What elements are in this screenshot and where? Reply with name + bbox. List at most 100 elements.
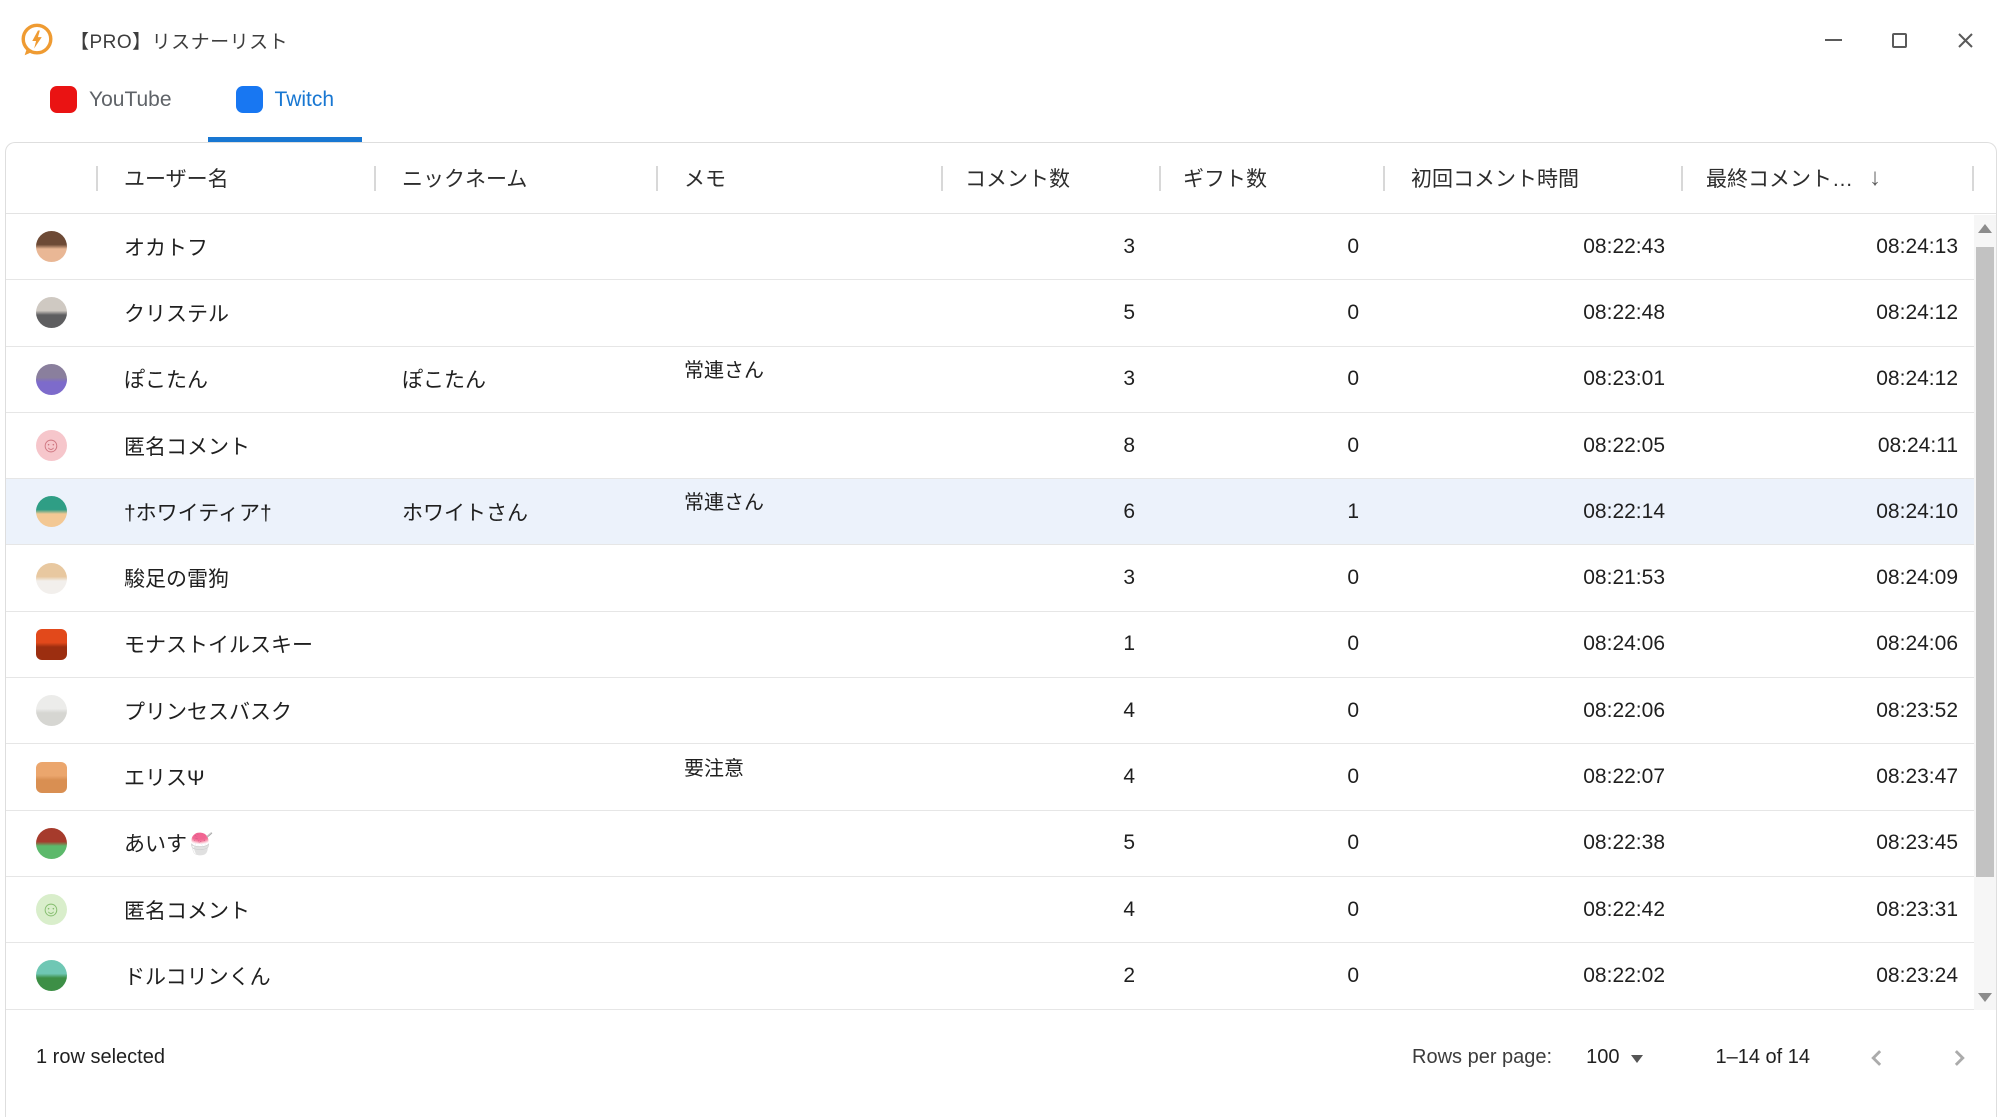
header-username[interactable]: ユーザー名 — [96, 143, 374, 213]
comment-count-cell: 5 — [941, 280, 1159, 345]
nickname-cell: ぽこたん — [374, 347, 656, 412]
header-first-comment-time-label: 初回コメント時間 — [1411, 163, 1579, 193]
sort-desc-icon[interactable]: ↓ — [1869, 164, 1881, 192]
nickname-cell — [374, 744, 656, 809]
scroll-up-button[interactable] — [1974, 215, 1996, 241]
close-icon — [1957, 32, 1974, 49]
first-comment-time-cell: 08:22:14 — [1383, 479, 1681, 544]
dropdown-arrow-icon — [1631, 1055, 1643, 1063]
close-button[interactable] — [1942, 17, 1988, 63]
comment-count-value: 3 — [1123, 367, 1135, 391]
comment-count-value: 2 — [1123, 964, 1135, 988]
username-cell: ドルコリンくん — [96, 943, 374, 1008]
nickname-cell — [374, 943, 656, 1008]
comment-count-value: 5 — [1123, 301, 1135, 325]
green-smiley-avatar: ☺ — [36, 894, 67, 925]
comment-count-value: 3 — [1123, 566, 1135, 590]
tab-youtube[interactable]: YouTube — [22, 62, 200, 142]
gift-count-value: 0 — [1347, 964, 1359, 988]
header-nickname-label: ニックネーム — [402, 163, 527, 193]
header-comment-count-label: コメント数 — [965, 163, 1070, 193]
table-row[interactable]: †ホワイティア† ホワイトさん 常連さん 6 1 08:22:14 08:24:… — [6, 479, 1974, 545]
last-comment-time-cell: 08:24:12 — [1681, 280, 1974, 345]
table-row[interactable]: ドルコリンくん 2 0 08:22:02 08:23:24 — [6, 943, 1974, 1009]
comment-count-value: 4 — [1123, 898, 1135, 922]
maximize-icon — [1892, 33, 1907, 48]
memo-cell — [656, 678, 941, 743]
rows-per-page-label: Rows per page: — [1412, 1046, 1552, 1069]
table-row[interactable]: あいす🍧 5 0 08:22:38 08:23:45 — [6, 811, 1974, 877]
table-row[interactable]: クリステル 5 0 08:22:48 08:24:12 — [6, 280, 1974, 346]
rows-per-page-select[interactable]: 100 — [1586, 1046, 1643, 1069]
window-title: 【PRO】リスナーリスト — [70, 27, 288, 54]
header-nickname[interactable]: ニックネーム — [374, 143, 656, 213]
scroll-up-icon — [1978, 224, 1992, 233]
table-row[interactable]: プリンセスバスク 4 0 08:22:06 08:23:52 — [6, 678, 1974, 744]
table-row[interactable]: ぽこたん ぽこたん 常連さん 3 0 08:23:01 08:24:12 — [6, 347, 1974, 413]
table-body: オカトフ 3 0 08:22:43 08:24:13 クリステル 5 0 08:… — [6, 214, 1974, 1010]
header-memo[interactable]: メモ — [656, 143, 941, 213]
gift-count-value: 0 — [1347, 434, 1359, 458]
first-comment-time-value: 08:24:06 — [1583, 632, 1665, 656]
previous-page-button[interactable] — [1862, 1043, 1892, 1073]
username-text: エリスΨ — [124, 762, 205, 792]
minimize-button[interactable] — [1810, 17, 1856, 63]
last-comment-time-value: 08:24:12 — [1876, 301, 1958, 325]
header-comment-count[interactable]: コメント数 — [941, 143, 1159, 213]
white-figure-avatar — [36, 695, 67, 726]
purple-person-avatar — [36, 364, 67, 395]
header-last-comment-time-label: 最終コメント… — [1706, 163, 1853, 193]
avatar-cell — [6, 943, 96, 1008]
username-cell: エリスΨ — [96, 744, 374, 809]
nickname-cell — [374, 612, 656, 677]
next-page-button[interactable] — [1944, 1043, 1974, 1073]
first-comment-time-cell: 08:22:38 — [1383, 811, 1681, 876]
window-controls — [1810, 10, 2000, 70]
memo-cell — [656, 280, 941, 345]
maximize-button[interactable] — [1876, 17, 1922, 63]
avatar-cell: ☺ — [6, 413, 96, 478]
username-cell: あいす🍧 — [96, 811, 374, 876]
memo-cell — [656, 811, 941, 876]
chevron-left-icon — [1862, 1043, 1892, 1073]
listener-data-grid: ユーザー名 ニックネーム メモ コメント数 ギフト数 初回コメント時間 最終コメ… — [5, 142, 1997, 1117]
header-last-comment-time[interactable]: 最終コメント… ↓ — [1681, 143, 1974, 213]
table-row[interactable]: オカトフ 3 0 08:22:43 08:24:13 — [6, 214, 1974, 280]
tab-twitch-label: Twitch — [275, 88, 335, 112]
tab-twitch[interactable]: Twitch — [208, 62, 363, 142]
scroll-down-button[interactable] — [1974, 984, 1996, 1010]
gift-count-value: 0 — [1347, 566, 1359, 590]
memo-cell — [656, 545, 941, 610]
last-comment-time-value: 08:23:24 — [1876, 964, 1958, 988]
memo-cell: 常連さん — [656, 347, 941, 412]
header-avatar — [6, 143, 96, 213]
comment-count-cell: 4 — [941, 877, 1159, 942]
rows-per-page-value: 100 — [1586, 1046, 1619, 1069]
comment-count-value: 3 — [1123, 235, 1135, 259]
first-comment-time-value: 08:22:06 — [1583, 699, 1665, 723]
table-row[interactable]: ☺ 匿名コメント 4 0 08:22:42 08:23:31 — [6, 877, 1974, 943]
last-comment-time-value: 08:24:09 — [1876, 566, 1958, 590]
header-memo-label: メモ — [684, 163, 726, 193]
last-comment-time-value: 08:24:10 — [1876, 500, 1958, 524]
comment-count-cell: 3 — [941, 545, 1159, 610]
table-row[interactable]: エリスΨ 要注意 4 0 08:22:07 08:23:47 — [6, 744, 1974, 810]
table-row[interactable]: 駿足の雷狗 3 0 08:21:53 08:24:09 — [6, 545, 1974, 611]
comment-count-cell: 2 — [941, 943, 1159, 1008]
gift-count-value: 0 — [1347, 898, 1359, 922]
vertical-scrollbar[interactable] — [1974, 215, 1996, 1010]
gift-count-value: 0 — [1347, 699, 1359, 723]
avatar-cell — [6, 479, 96, 544]
avatar-cell — [6, 347, 96, 412]
scrollbar-thumb[interactable] — [1976, 247, 1994, 877]
last-comment-time-value: 08:24:13 — [1876, 235, 1958, 259]
nickname-cell — [374, 214, 656, 279]
comment-count-value: 8 — [1123, 434, 1135, 458]
first-comment-time-value: 08:22:05 — [1583, 434, 1665, 458]
table-row[interactable]: モナストイルスキー 1 0 08:24:06 08:24:06 — [6, 612, 1974, 678]
header-gift-count[interactable]: ギフト数 — [1159, 143, 1383, 213]
table-row[interactable]: ☺ 匿名コメント 8 0 08:22:05 08:24:11 — [6, 413, 1974, 479]
header-first-comment-time[interactable]: 初回コメント時間 — [1383, 143, 1681, 213]
last-comment-time-cell: 08:24:10 — [1681, 479, 1974, 544]
last-comment-time-cell: 08:24:12 — [1681, 347, 1974, 412]
